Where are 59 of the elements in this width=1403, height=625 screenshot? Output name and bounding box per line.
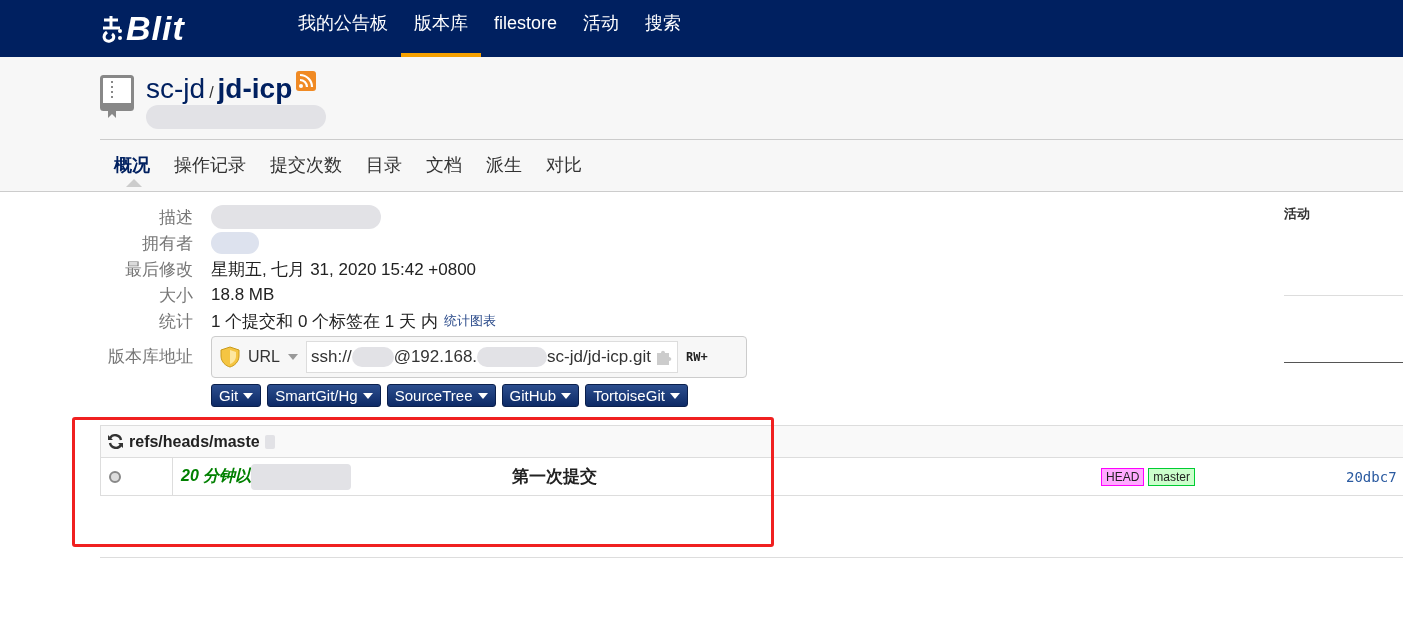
client-dropdown-button[interactable]: SourceTree xyxy=(386,384,496,407)
client-dropdown-button[interactable]: Git xyxy=(211,384,262,407)
book-icon xyxy=(100,75,134,119)
caret-icon xyxy=(243,392,254,399)
field-label: 版本库地址 xyxy=(107,345,193,368)
tab[interactable]: 概况 xyxy=(100,150,162,194)
commit-message-link[interactable]: 第一次提交 xyxy=(512,465,597,488)
tab[interactable]: 对比 xyxy=(534,150,594,194)
commit-age: 20 分钟以 xyxy=(181,466,252,486)
ref-tag[interactable]: HEAD xyxy=(1101,467,1145,486)
logo-text: Blit xyxy=(126,9,185,48)
field-label: 最后修改 xyxy=(124,258,193,281)
url-field[interactable]: ssh:// @192.168. sc-jd/jd-icp.git xyxy=(306,341,678,373)
tab[interactable]: 操作记录 xyxy=(162,150,258,194)
field-label: 大小 xyxy=(158,284,193,307)
repository-name-link[interactable]: jd-icp xyxy=(217,73,293,105)
access-permission: RW+ xyxy=(686,350,708,364)
blurred-address xyxy=(477,347,548,367)
tab[interactable]: 目录 xyxy=(354,150,414,194)
activity-heading: 活动 xyxy=(1283,206,1310,221)
branch-name: refs/heads/maste xyxy=(129,432,260,451)
url-text: sc-jd/jd-icp.git xyxy=(547,347,651,367)
field-value: 星期五, 七月 31, 2020 15:42 +0800 xyxy=(211,258,477,281)
repository-owner-link[interactable]: sc-jd xyxy=(146,73,206,105)
field-value: 1 个提交和 0 个标签在 1 天 内 xyxy=(211,310,438,333)
url-text: ssh:// xyxy=(311,347,352,367)
field-label: 拥有者 xyxy=(141,232,193,255)
shield-icon xyxy=(220,346,240,368)
tab[interactable]: 派生 xyxy=(474,150,534,194)
tab[interactable]: 提交次数 xyxy=(258,150,354,194)
field-value: 18.8 MB xyxy=(211,285,275,305)
stats-chart-link[interactable]: 统计图表 xyxy=(443,312,496,330)
caret-icon xyxy=(288,354,298,360)
nav-link[interactable]: 活动 xyxy=(570,0,633,57)
blurred-user xyxy=(351,347,394,367)
caret-icon xyxy=(477,392,488,399)
url-text: @192.168. xyxy=(393,347,478,367)
field-label: 统计 xyxy=(158,310,193,333)
tab[interactable]: 文档 xyxy=(414,150,474,194)
caret-icon xyxy=(362,392,373,399)
blurred-value xyxy=(211,232,259,254)
commit-hash-link[interactable]: 20dbc7 xyxy=(1346,468,1397,485)
logo-icon xyxy=(100,13,124,44)
nav-link[interactable]: 搜索 xyxy=(632,0,695,57)
caret-icon xyxy=(561,392,572,399)
rss-icon[interactable] xyxy=(296,71,317,91)
client-dropdown-button[interactable]: TortoiseGit xyxy=(585,384,688,407)
protocol-dropdown[interactable]: URL xyxy=(248,348,298,366)
refresh-icon xyxy=(107,433,124,450)
ref-tag[interactable]: master xyxy=(1148,467,1196,486)
caret-icon xyxy=(669,392,680,399)
puzzle-icon[interactable] xyxy=(655,348,673,366)
nav-link[interactable]: 我的公告板 xyxy=(285,0,401,57)
client-dropdown-button[interactable]: SmartGit/Hg xyxy=(267,384,381,407)
nav-link[interactable]: filestore xyxy=(481,0,571,57)
path-separator: / xyxy=(209,84,214,102)
field-label: 描述 xyxy=(158,206,193,229)
commit-dot-icon xyxy=(109,470,121,483)
client-dropdown-button[interactable]: GitHub xyxy=(501,384,580,407)
